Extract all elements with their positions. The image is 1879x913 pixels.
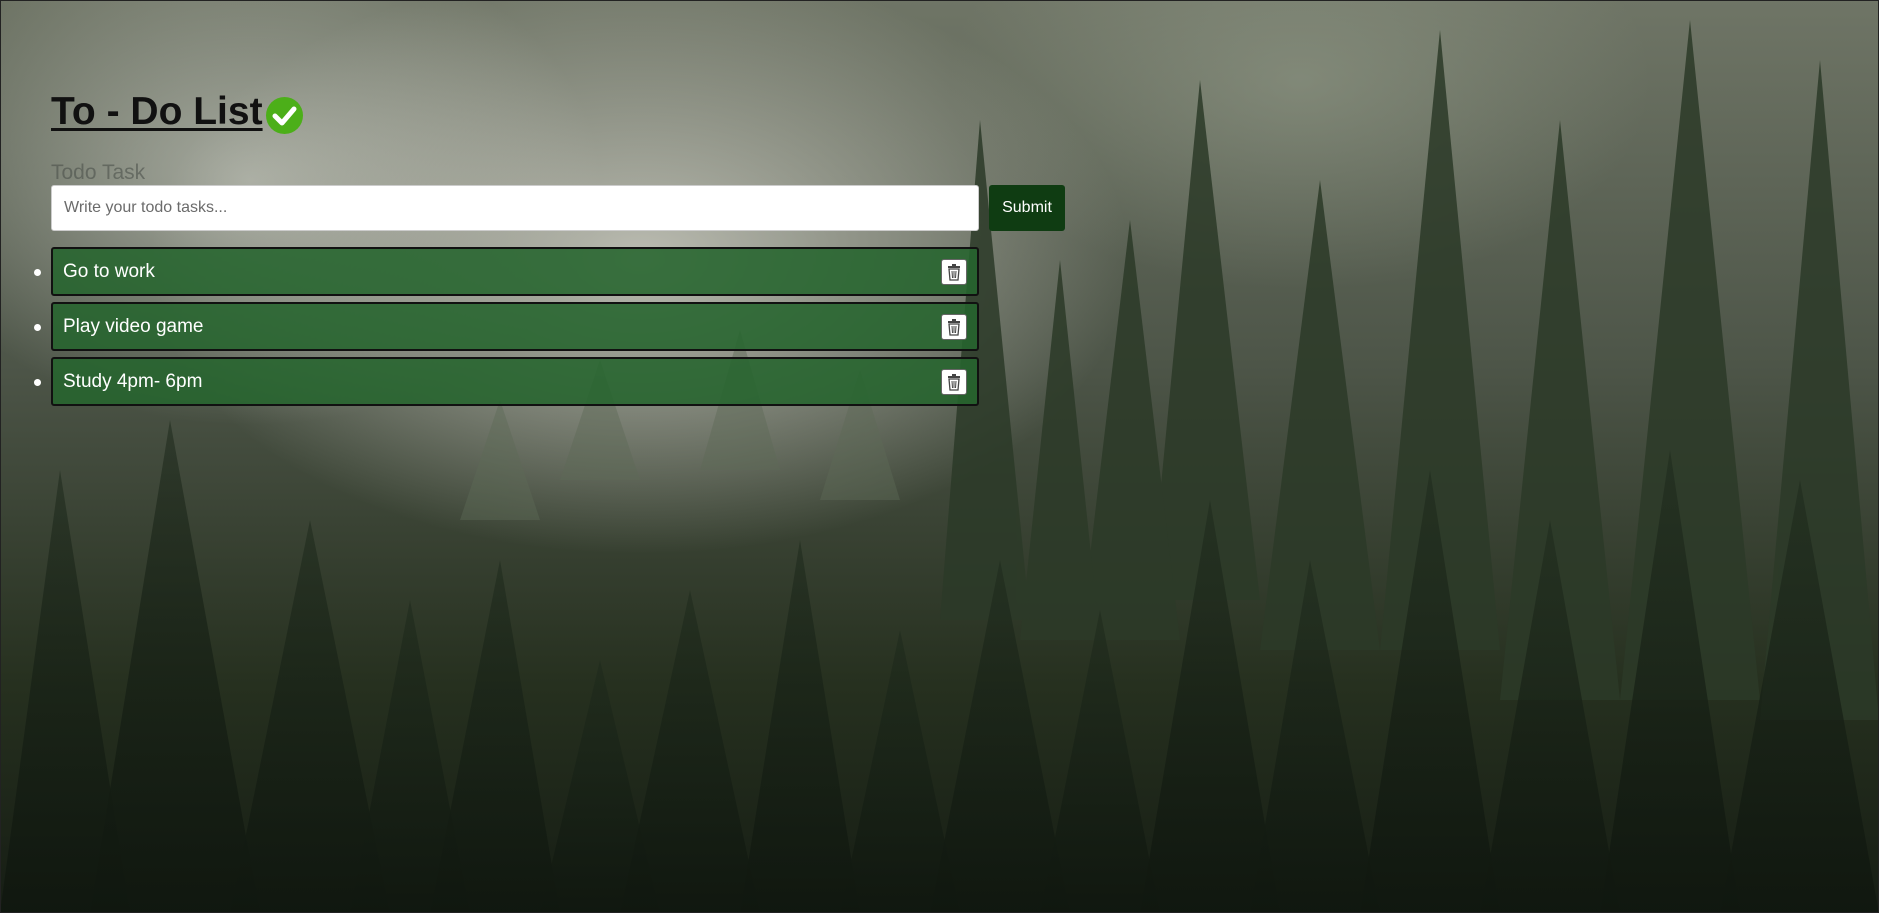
task-text: Go to work [63, 260, 155, 282]
task-text: Study 4pm- 6pm [63, 370, 203, 392]
check-circle-icon [265, 96, 304, 135]
task-text: Play video game [63, 315, 204, 337]
submit-button[interactable]: Submit [989, 185, 1065, 231]
trash-icon [948, 263, 960, 281]
page-title: To - Do List [51, 84, 1071, 140]
delete-task-button[interactable] [941, 258, 967, 285]
task-item: Go to work [34, 247, 979, 296]
trash-icon [948, 373, 960, 391]
trash-icon [948, 318, 960, 336]
bullet-marker [34, 268, 41, 276]
todo-task-label: Todo Task [51, 161, 146, 184]
page-title-text: To - Do List [51, 90, 263, 133]
delete-task-button[interactable] [941, 368, 967, 395]
task-item: Play video game [34, 302, 979, 351]
task-list: Go to work Play video game Study 4pm- 6p… [34, 247, 1071, 406]
task-item: Study 4pm- 6pm [34, 357, 979, 406]
todo-input[interactable] [51, 185, 979, 231]
delete-task-button[interactable] [941, 313, 967, 340]
todo-form: Submit [51, 185, 1071, 231]
todo-app: To - Do List Todo Task Submit Go to work [34, 84, 1071, 412]
bullet-marker [34, 378, 41, 386]
bullet-marker [34, 323, 41, 331]
